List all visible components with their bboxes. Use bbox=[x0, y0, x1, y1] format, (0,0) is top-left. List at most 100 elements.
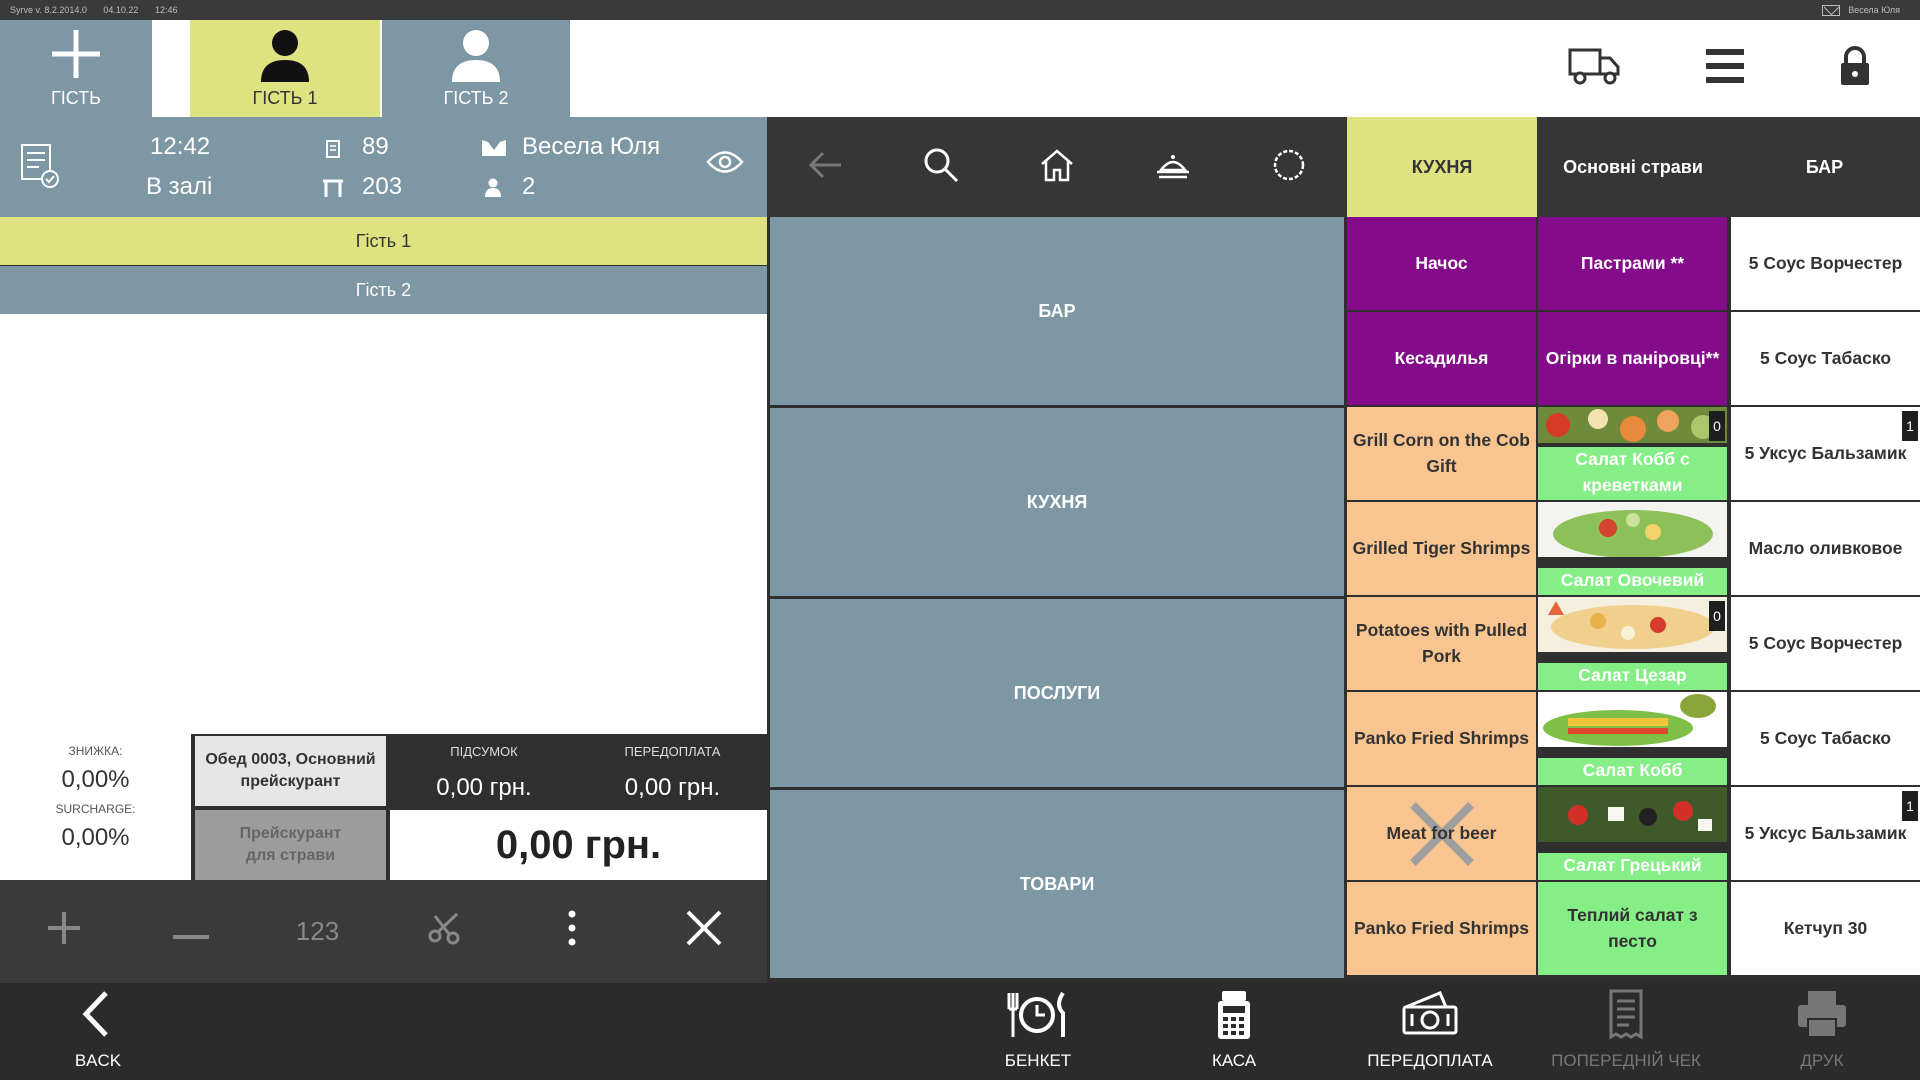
product-tile-with-image[interactable]: 0 Салат Цезар bbox=[1538, 597, 1727, 690]
salad-image bbox=[1538, 597, 1727, 652]
product-tile[interactable]: Пастрами ** bbox=[1538, 217, 1727, 310]
surcharge-label: SURCHARGE: bbox=[55, 802, 136, 816]
prepayment-button[interactable]: ПЕРЕДОПЛАТА bbox=[1332, 983, 1528, 1080]
delete-button[interactable] bbox=[640, 880, 767, 983]
product-name: Салат Кобб с креветками bbox=[1538, 447, 1727, 500]
mail-icon[interactable] bbox=[1822, 4, 1841, 16]
product-tile[interactable]: 1 5 Уксус Бальзамик bbox=[1731, 787, 1920, 880]
product-name: Салат Овочевий bbox=[1538, 567, 1727, 595]
salad-image bbox=[1538, 502, 1727, 557]
serving-tray-icon bbox=[1155, 150, 1191, 185]
totals-panel: ЗНИЖКА: 0,00% SURCHARGE: 0,00% Обед 0003… bbox=[0, 734, 767, 880]
product-tile[interactable]: 5 Соус Ворчестер bbox=[1731, 217, 1920, 310]
tab-kitchen[interactable]: КУХНЯ bbox=[1347, 117, 1537, 217]
product-tile-with-image[interactable]: Салат Грецький bbox=[1538, 787, 1727, 880]
table-number: 203 bbox=[362, 173, 403, 200]
eye-icon[interactable] bbox=[706, 149, 744, 182]
product-tile-with-image[interactable]: Салат Кобб bbox=[1538, 692, 1727, 785]
modifiers-button[interactable] bbox=[1231, 117, 1347, 217]
category-goods[interactable]: ТОВАРИ bbox=[770, 790, 1344, 978]
product-tile[interactable]: 1 5 Уксус Бальзамик bbox=[1731, 407, 1920, 500]
menu-nav-bar bbox=[767, 117, 1347, 217]
print-label: ДРУК bbox=[1800, 1051, 1844, 1070]
product-tile[interactable]: Panko Fried Shrimps bbox=[1347, 882, 1536, 975]
main-menu-button[interactable] bbox=[1660, 20, 1790, 117]
stock-badge: 1 bbox=[1902, 411, 1918, 441]
lock-button[interactable] bbox=[1790, 20, 1920, 117]
tab-bar[interactable]: БАР bbox=[1729, 117, 1920, 217]
surcharge-value: 0,00% bbox=[61, 824, 130, 851]
product-tile[interactable]: 5 Соус Табаско bbox=[1731, 312, 1920, 405]
product-tile[interactable]: Теплий салат з песто bbox=[1538, 882, 1727, 975]
decrease-button[interactable] bbox=[127, 880, 254, 983]
product-tile-with-image[interactable]: Салат Овочевий bbox=[1538, 502, 1727, 595]
product-tile[interactable]: Огірки в паніровці** bbox=[1538, 312, 1727, 405]
product-tile-with-image[interactable]: 0 Салат Кобб с креветками bbox=[1538, 407, 1727, 500]
guest-2-tab[interactable]: ГІСТЬ 2 bbox=[382, 20, 570, 117]
print-button[interactable]: ДРУК bbox=[1724, 983, 1920, 1080]
product-tile[interactable]: Panko Fried Shrimps bbox=[1347, 692, 1536, 785]
product-tile[interactable]: 5 Соус Ворчестер bbox=[1731, 597, 1920, 690]
home-icon bbox=[1039, 148, 1075, 187]
more-vertical-icon bbox=[567, 910, 577, 953]
tab-main-dishes[interactable]: Основні страви bbox=[1537, 117, 1729, 217]
delivery-button[interactable] bbox=[1530, 20, 1660, 117]
product-tile[interactable]: Кетчуп 30 bbox=[1731, 882, 1920, 975]
prepayment-button-label: ПЕРЕДОПЛАТА bbox=[1367, 1051, 1493, 1070]
receipt-icon bbox=[1609, 989, 1643, 1046]
stock-badge: 0 bbox=[1709, 601, 1725, 631]
increase-button[interactable] bbox=[0, 880, 127, 983]
product-name: Салат Кобб bbox=[1538, 757, 1727, 785]
minus-icon bbox=[172, 916, 209, 947]
product-tile[interactable]: Масло оливковое bbox=[1731, 502, 1920, 595]
search-button[interactable] bbox=[883, 117, 999, 217]
guests-count: 2 bbox=[522, 173, 536, 200]
home-button[interactable] bbox=[999, 117, 1115, 217]
salad-image bbox=[1538, 692, 1727, 747]
category-kitchen[interactable]: КУХНЯ bbox=[770, 408, 1344, 596]
product-tile[interactable]: Potatoes with Pulled Pork bbox=[1347, 597, 1536, 690]
app-time: 12:46 bbox=[154, 5, 178, 15]
pre-check-button[interactable]: ПОПЕРЕДНІЙ ЧЕК bbox=[1528, 983, 1724, 1080]
category-bar[interactable]: БАР bbox=[770, 217, 1344, 405]
order-location: В залі bbox=[146, 173, 213, 200]
price-list-button[interactable]: Обед 0003, Основний прейскурант bbox=[195, 736, 386, 806]
chevron-left-icon bbox=[78, 989, 118, 1044]
split-button[interactable] bbox=[381, 880, 508, 983]
subtotal-value: 0,00 грн. bbox=[436, 774, 532, 801]
stock-badge: 1 bbox=[1902, 791, 1918, 821]
title-bar: Syrve v. 8.2.2014.0 04.10.22 12:46 Весел… bbox=[0, 0, 1920, 20]
order-items-list[interactable] bbox=[0, 314, 767, 734]
cash-register-button[interactable]: КАСА bbox=[1136, 983, 1332, 1080]
app-date: 04.10.22 bbox=[103, 5, 139, 15]
order-list-icon[interactable] bbox=[20, 143, 60, 196]
guest-1-tab[interactable]: ГІСТЬ 1 bbox=[190, 20, 380, 117]
product-tile[interactable]: Grilled Tiger Shrimps bbox=[1347, 502, 1536, 595]
more-options-button[interactable] bbox=[508, 880, 635, 983]
guest-row-2[interactable]: Гість 2 bbox=[0, 266, 767, 314]
banquet-button[interactable]: БЕНКЕТ bbox=[940, 983, 1136, 1080]
search-icon bbox=[923, 147, 959, 188]
truck-icon bbox=[1568, 46, 1622, 91]
add-guest-tab[interactable]: ГІСТЬ bbox=[0, 20, 152, 117]
calculator-icon bbox=[1216, 989, 1252, 1046]
dish-service-button[interactable] bbox=[1115, 117, 1231, 217]
product-tile[interactable]: Grill Corn on the Cob Gift bbox=[1347, 407, 1536, 500]
product-name: Салат Цезар bbox=[1538, 662, 1727, 690]
product-tile[interactable]: Кесадилья bbox=[1347, 312, 1536, 405]
back-nav-button[interactable] bbox=[767, 117, 883, 217]
dish-price-list-button[interactable]: Прейскурант для страви bbox=[195, 810, 386, 880]
tab-label: ГІСТЬ 1 bbox=[252, 88, 318, 108]
guest-row-1[interactable]: Гість 1 bbox=[0, 217, 767, 265]
salad-image bbox=[1538, 787, 1727, 842]
discount-box[interactable]: ЗНИЖКА: 0,00% SURCHARGE: 0,00% bbox=[0, 734, 191, 880]
product-tile[interactable]: Начос bbox=[1347, 217, 1536, 310]
quantity-button[interactable]: 123 bbox=[254, 880, 381, 983]
product-tile[interactable]: 5 Соус Табаско bbox=[1731, 692, 1920, 785]
category-services[interactable]: ПОСЛУГИ bbox=[770, 599, 1344, 787]
back-button[interactable]: BACK bbox=[0, 983, 196, 1080]
banquet-icon bbox=[1003, 989, 1073, 1044]
product-tile-unavailable[interactable]: Meat for beer bbox=[1347, 787, 1536, 880]
person-outline-icon bbox=[446, 26, 506, 89]
tab-label: ГІСТЬ 2 bbox=[443, 88, 509, 108]
